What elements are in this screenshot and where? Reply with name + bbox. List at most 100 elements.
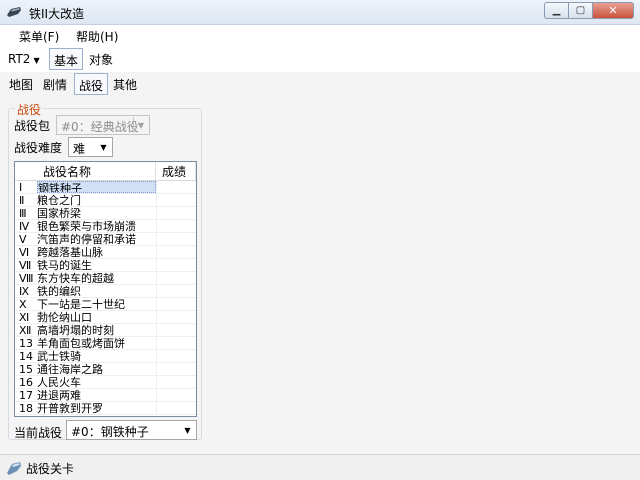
row-campaign-name: 汽笛声的停留和承诺 bbox=[37, 233, 136, 245]
list-header: 战役名称 成绩 bbox=[15, 162, 196, 181]
row-score bbox=[156, 272, 196, 284]
row-score bbox=[156, 350, 196, 362]
row-score bbox=[156, 246, 196, 258]
table-row[interactable]: Ⅱ 粮仓之门 bbox=[15, 194, 196, 207]
rt-version-dropdown[interactable]: RT2 ▼ bbox=[8, 52, 40, 66]
row-number: Ⅱ bbox=[19, 194, 25, 207]
difficulty-label: 战役难度 bbox=[14, 141, 63, 155]
current-campaign-select[interactable]: #0：钢铁种子 ▼ bbox=[66, 420, 197, 440]
row-score bbox=[156, 220, 196, 232]
table-row[interactable]: Ⅶ 铁马的诞生 bbox=[15, 259, 196, 272]
difficulty-select[interactable]: 难 ▼ bbox=[68, 137, 113, 157]
table-row[interactable]: Ⅺ 勃伦纳山口 bbox=[15, 311, 196, 324]
chevron-down-icon: ▼ bbox=[184, 425, 191, 435]
table-row[interactable]: Ⅴ 汽笛声的停留和承诺 bbox=[15, 233, 196, 246]
row-number: 18 bbox=[19, 402, 33, 415]
train-app-icon bbox=[7, 7, 21, 17]
row-score bbox=[156, 207, 196, 219]
row-campaign-name: 银色繁荣与市场崩溃 bbox=[37, 220, 136, 232]
chevron-down-icon: ▼ bbox=[133, 117, 148, 133]
row-number: Ⅷ bbox=[19, 272, 34, 285]
window-controls: ▁ ▢ ✕ bbox=[544, 2, 634, 19]
row-number: Ⅹ bbox=[19, 298, 27, 311]
tab-object[interactable]: 对象 bbox=[85, 48, 117, 70]
row-campaign-name: 钢铁种子 bbox=[37, 181, 156, 193]
row-campaign-name: 粮仓之门 bbox=[37, 194, 81, 206]
campaign-pack-label: 战役包 bbox=[14, 119, 51, 133]
table-row[interactable]: Ⅵ 跨越落基山脉 bbox=[15, 246, 196, 259]
row-campaign-name: 开普敦到开罗 bbox=[37, 402, 103, 414]
content-area: 战役 战役包 #0：经典战役 ▼ 战役难度 难 ▼ 战役名称 成绩 Ⅰ 钢铁种子 Ⅱ… bbox=[0, 96, 640, 454]
row-number: 17 bbox=[19, 389, 33, 402]
row-score bbox=[156, 285, 196, 297]
row-number: Ⅶ bbox=[19, 259, 32, 272]
difficulty-value: 难 bbox=[73, 142, 86, 156]
close-button[interactable]: ✕ bbox=[592, 2, 634, 19]
train-status-icon bbox=[7, 462, 21, 475]
table-row[interactable]: 15 通往海岸之路 bbox=[15, 363, 196, 376]
tab-other[interactable]: 其他 bbox=[109, 73, 141, 95]
table-row[interactable]: Ⅰ 钢铁种子 bbox=[15, 181, 196, 194]
minimize-button[interactable]: ▁ bbox=[544, 2, 568, 19]
campaign-pack-select[interactable]: #0：经典战役 ▼ bbox=[56, 115, 150, 135]
row-score bbox=[156, 259, 196, 271]
tab-map[interactable]: 地图 bbox=[5, 73, 37, 95]
tab-basic[interactable]: 基本 bbox=[49, 48, 84, 70]
row-campaign-name: 东方快车的超越 bbox=[37, 272, 114, 284]
campaign-group-title: 战役 bbox=[15, 101, 44, 118]
current-campaign-label: 当前战役 bbox=[14, 426, 63, 440]
row-number: Ⅴ bbox=[19, 233, 27, 246]
row-number: 16 bbox=[19, 376, 33, 389]
row-campaign-name: 跨越落基山脉 bbox=[37, 246, 103, 258]
list-rows: Ⅰ 钢铁种子 Ⅱ 粮仓之门 Ⅲ 国家桥梁 Ⅳ 银色繁荣与市场崩溃 Ⅴ 汽笛声的停留和承诺 Ⅵ 跨越落基… bbox=[15, 181, 196, 415]
table-row[interactable]: Ⅻ 高墙坍塌的时刻 bbox=[15, 324, 196, 337]
row-score bbox=[156, 376, 196, 388]
menu-help[interactable]: 帮助(H) bbox=[76, 28, 118, 45]
row-campaign-name: 勃伦纳山口 bbox=[37, 311, 92, 323]
column-header-name[interactable]: 战役名称 bbox=[15, 162, 156, 180]
table-row[interactable]: 13 羊角面包或烤面饼 bbox=[15, 337, 196, 350]
table-row[interactable]: Ⅹ 下一站是二十世纪 bbox=[15, 298, 196, 311]
table-row[interactable]: Ⅳ 银色繁荣与市场崩溃 bbox=[15, 220, 196, 233]
row-number: 13 bbox=[19, 337, 33, 350]
campaign-list[interactable]: 战役名称 成绩 Ⅰ 钢铁种子 Ⅱ 粮仓之门 Ⅲ 国家桥梁 Ⅳ 银色繁荣与市场崩溃 Ⅴ 汽笛声的停留… bbox=[14, 161, 197, 417]
table-row[interactable]: 18 开普敦到开罗 bbox=[15, 402, 196, 415]
row-score bbox=[156, 389, 196, 401]
table-row[interactable]: Ⅸ 铁的编织 bbox=[15, 285, 196, 298]
campaign-groupbox: 战役 战役包 #0：经典战役 ▼ 战役难度 难 ▼ 战役名称 成绩 Ⅰ 钢铁种子 Ⅱ… bbox=[8, 101, 202, 440]
row-score bbox=[156, 311, 196, 323]
row-campaign-name: 通往海岸之路 bbox=[37, 363, 103, 375]
row-score bbox=[156, 298, 196, 310]
table-row[interactable]: Ⅲ 国家桥梁 bbox=[15, 207, 196, 220]
maximize-button[interactable]: ▢ bbox=[568, 2, 592, 19]
table-row[interactable]: Ⅷ 东方快车的超越 bbox=[15, 272, 196, 285]
menu-file[interactable]: 菜单(F) bbox=[19, 28, 59, 45]
status-text: 战役关卡 bbox=[26, 462, 75, 476]
row-score bbox=[156, 233, 196, 245]
table-row[interactable]: 17 进退两难 bbox=[15, 389, 196, 402]
tab-campaign[interactable]: 战役 bbox=[74, 73, 109, 95]
row-campaign-name: 武士铁骑 bbox=[37, 350, 81, 362]
row-campaign-name: 进退两难 bbox=[37, 389, 81, 401]
row-number: Ⅻ bbox=[19, 324, 32, 337]
row-number: Ⅵ bbox=[19, 246, 30, 259]
menu-bar: 菜单(F) 帮助(H) bbox=[0, 25, 640, 45]
section-tabs: 地图 剧情 战役 其他 bbox=[0, 72, 640, 96]
top-toolbar: RT2 ▼ 基本 对象 bbox=[0, 46, 640, 72]
row-campaign-name: 铁的编织 bbox=[37, 285, 81, 297]
row-campaign-name: 国家桥梁 bbox=[37, 207, 81, 219]
row-number: 14 bbox=[19, 350, 33, 363]
row-number: 15 bbox=[19, 363, 33, 376]
table-row[interactable]: 16 人民火车 bbox=[15, 376, 196, 389]
row-number: Ⅳ bbox=[19, 220, 30, 233]
table-row[interactable]: 14 武士铁骑 bbox=[15, 350, 196, 363]
row-campaign-name: 下一站是二十世纪 bbox=[37, 298, 125, 310]
tab-story[interactable]: 剧情 bbox=[39, 73, 71, 95]
row-campaign-name: 羊角面包或烤面饼 bbox=[37, 337, 125, 349]
rt-version-label: RT2 bbox=[8, 52, 31, 66]
row-score bbox=[156, 181, 196, 193]
column-header-score[interactable]: 成绩 bbox=[156, 162, 196, 180]
title-bar: 铁II大改造 ▁ ▢ ✕ bbox=[0, 0, 640, 25]
row-number: Ⅰ bbox=[19, 181, 23, 194]
current-campaign-value: #0：钢铁种子 bbox=[71, 425, 149, 439]
